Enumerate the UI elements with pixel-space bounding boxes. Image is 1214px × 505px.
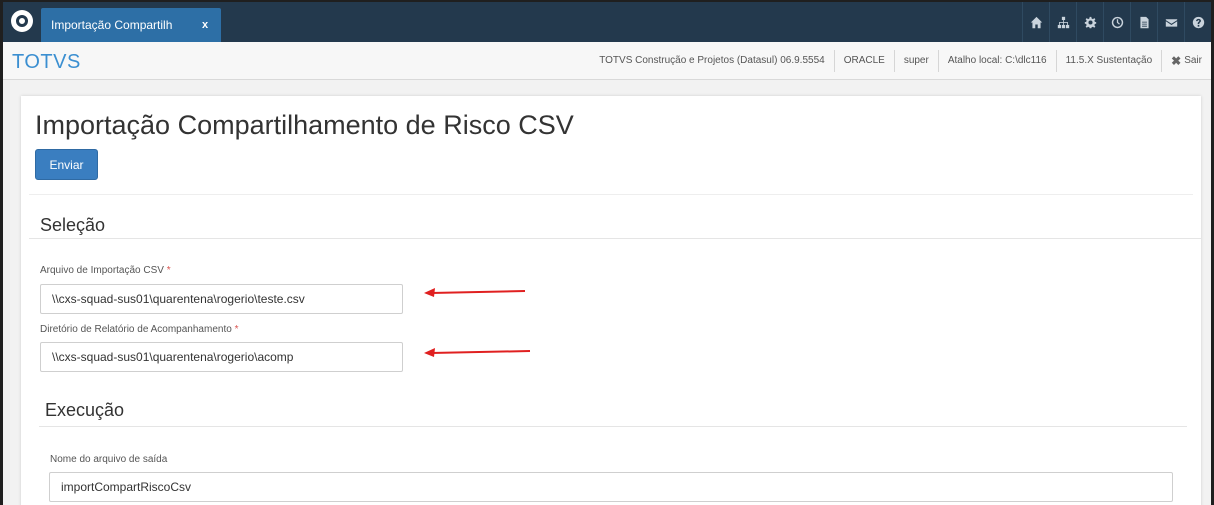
database-info: ORACLE — [833, 50, 894, 72]
document-icon[interactable] — [1130, 2, 1157, 42]
toolbar-icons — [1022, 2, 1211, 42]
report-dir-label: Diretório de Relatório de Acompanhamento… — [40, 324, 238, 335]
csv-file-label: Arquivo de Importação CSV * — [40, 265, 171, 276]
user-info[interactable]: super — [893, 50, 938, 72]
environment-info: 11.5.X Sustentação — [1055, 50, 1162, 72]
report-dir-input[interactable]: \\cxs-squad-sus01\quarentena\rogerio\aco… — [40, 342, 403, 372]
gear-icon[interactable] — [1076, 2, 1103, 42]
send-button[interactable]: Enviar — [35, 149, 98, 180]
tab-label: Importação Compartilh — [51, 18, 173, 32]
section-title-execution: Execução — [45, 400, 125, 420]
section-title-selection: Seleção — [40, 215, 106, 235]
sitemap-icon[interactable] — [1049, 2, 1076, 42]
csv-file-label-text: Arquivo de Importação CSV — [40, 265, 164, 276]
csv-file-input[interactable]: \\cxs-squad-sus01\quarentena\rogerio\tes… — [40, 284, 403, 314]
annotation-arrow — [424, 288, 526, 297]
clock-icon[interactable] — [1103, 2, 1130, 42]
session-info: TOTVS Construção e Projetos (Datasul) 06… — [590, 50, 1211, 72]
product-info: TOTVS Construção e Projetos (Datasul) 06… — [599, 55, 825, 66]
mail-icon[interactable] — [1157, 2, 1184, 42]
divider — [29, 194, 1193, 195]
totvs-logo: TOTVS — [12, 51, 81, 73]
shortcut-info: Atalho local: C:\dlc116 — [937, 50, 1056, 72]
output-file-label: Nome do arquivo de saída — [50, 454, 168, 465]
app-window: Importação Compartilh x TOTVS TOTVS Cons… — [0, 0, 1214, 505]
exit-button[interactable]: ✖ Sair — [1161, 50, 1211, 72]
totvs-logo-icon[interactable] — [11, 10, 33, 32]
close-icon: ✖ — [1171, 54, 1182, 68]
exit-label: Sair — [1184, 55, 1202, 66]
annotation-arrow — [424, 348, 531, 357]
home-icon[interactable] — [1022, 2, 1049, 42]
required-mark: * — [234, 324, 239, 335]
help-icon[interactable] — [1184, 2, 1211, 42]
output-file-input[interactable]: importCompartRiscoCsv — [49, 472, 1173, 502]
section-divider — [39, 426, 1187, 427]
section-divider — [29, 238, 1201, 239]
main-panel: Importação Compartilhamento de Risco CSV… — [21, 96, 1201, 505]
top-bar: Importação Compartilh x — [3, 2, 1211, 42]
tab-close-icon[interactable]: x — [195, 19, 215, 31]
required-mark: * — [166, 265, 171, 276]
report-dir-label-text: Diretório de Relatório de Acompanhamento — [40, 324, 232, 335]
page-title: Importação Compartilhamento de Risco CSV — [35, 110, 574, 140]
tab-importacao[interactable]: Importação Compartilh x — [41, 8, 221, 42]
header-bar: TOTVS TOTVS Construção e Projetos (Datas… — [3, 42, 1211, 80]
